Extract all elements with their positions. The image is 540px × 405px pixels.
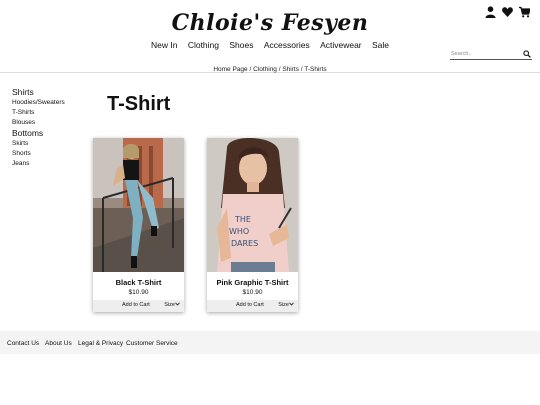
chevron-down-icon (289, 302, 294, 308)
nav-item-sale[interactable]: Sale (372, 40, 389, 50)
footer-link-contact[interactable]: Contact Us (7, 340, 39, 347)
sidebar-category-shirts[interactable]: Shirts (12, 87, 65, 98)
user-icon[interactable] (485, 5, 496, 18)
page-title: T-Shirt (107, 93, 171, 115)
search-icon[interactable] (523, 50, 531, 58)
nav-item-clothing[interactable]: Clothing (188, 40, 219, 50)
sidebar-category-bottoms[interactable]: Bottoms (12, 128, 65, 139)
nav-item-shoes[interactable]: Shoes (229, 40, 253, 50)
product-image[interactable]: THE WHO DARES (207, 138, 298, 272)
sidebar-item-blouses[interactable]: Blouses (12, 118, 65, 128)
footer-link-customer-service[interactable]: Customer Service (126, 340, 178, 347)
search-placeholder: Search.. (451, 51, 472, 57)
chevron-down-icon (175, 302, 180, 308)
svg-text:DARES: DARES (231, 239, 258, 248)
nav-item-accessories[interactable]: Accessories (264, 40, 310, 50)
product-card[interactable]: Black T-Shirt $10.90 Add to Cart Size (93, 138, 184, 312)
main-nav: New In Clothing Shoes Accessories Active… (0, 40, 540, 50)
sidebar-item-shorts[interactable]: Shorts (12, 149, 65, 159)
product-price: $10.90 (242, 289, 263, 296)
nav-item-new-in[interactable]: New In (151, 40, 177, 50)
product-name[interactable]: Black T-Shirt (93, 278, 184, 287)
product-price: $10.90 (128, 289, 149, 296)
sidebar-item-tshirts[interactable]: T-Shirts (12, 108, 65, 118)
header-icons (485, 5, 531, 18)
add-to-cart-button[interactable]: Add to Cart (122, 302, 150, 308)
heart-icon[interactable] (502, 5, 513, 17)
product-image[interactable] (93, 138, 184, 272)
nav-item-activewear[interactable]: Activewear (320, 40, 362, 50)
size-select[interactable]: Size (278, 302, 294, 308)
sidebar-item-hoodies[interactable]: Hoodies/Sweaters (12, 98, 65, 108)
size-select-label: Size (278, 302, 289, 308)
sidebar-item-skirts[interactable]: Skirts (12, 139, 65, 149)
product-name[interactable]: Pink Graphic T-Shirt (207, 278, 298, 287)
sidebar-item-jeans[interactable]: Jeans (12, 159, 65, 169)
cart-icon[interactable] (519, 5, 531, 18)
footer: Contact Us About Us Legal & Privacy Cust… (0, 331, 540, 354)
svg-text:WHO: WHO (229, 227, 249, 236)
product-actions: Add to Cart Size (207, 300, 298, 312)
footer-link-legal[interactable]: Legal & Privacy (78, 340, 123, 347)
add-to-cart-button[interactable]: Add to Cart (236, 302, 264, 308)
size-select[interactable]: Size (164, 302, 180, 308)
footer-link-about[interactable]: About Us (45, 340, 72, 347)
search-input[interactable]: Search.. (450, 50, 532, 60)
sidebar: Shirts Hoodies/Sweaters T-Shirts Blouses… (12, 87, 65, 169)
site-logo[interactable]: Chloie's Fesyen (0, 10, 540, 36)
product-card[interactable]: THE WHO DARES Pink Graphic T-Shirt $10.9… (207, 138, 298, 312)
svg-text:THE: THE (234, 215, 251, 224)
breadcrumb[interactable]: Home Page / Clothing / Shirts / T-Shirts (0, 66, 540, 73)
size-select-label: Size (164, 302, 175, 308)
product-actions: Add to Cart Size (93, 300, 184, 312)
